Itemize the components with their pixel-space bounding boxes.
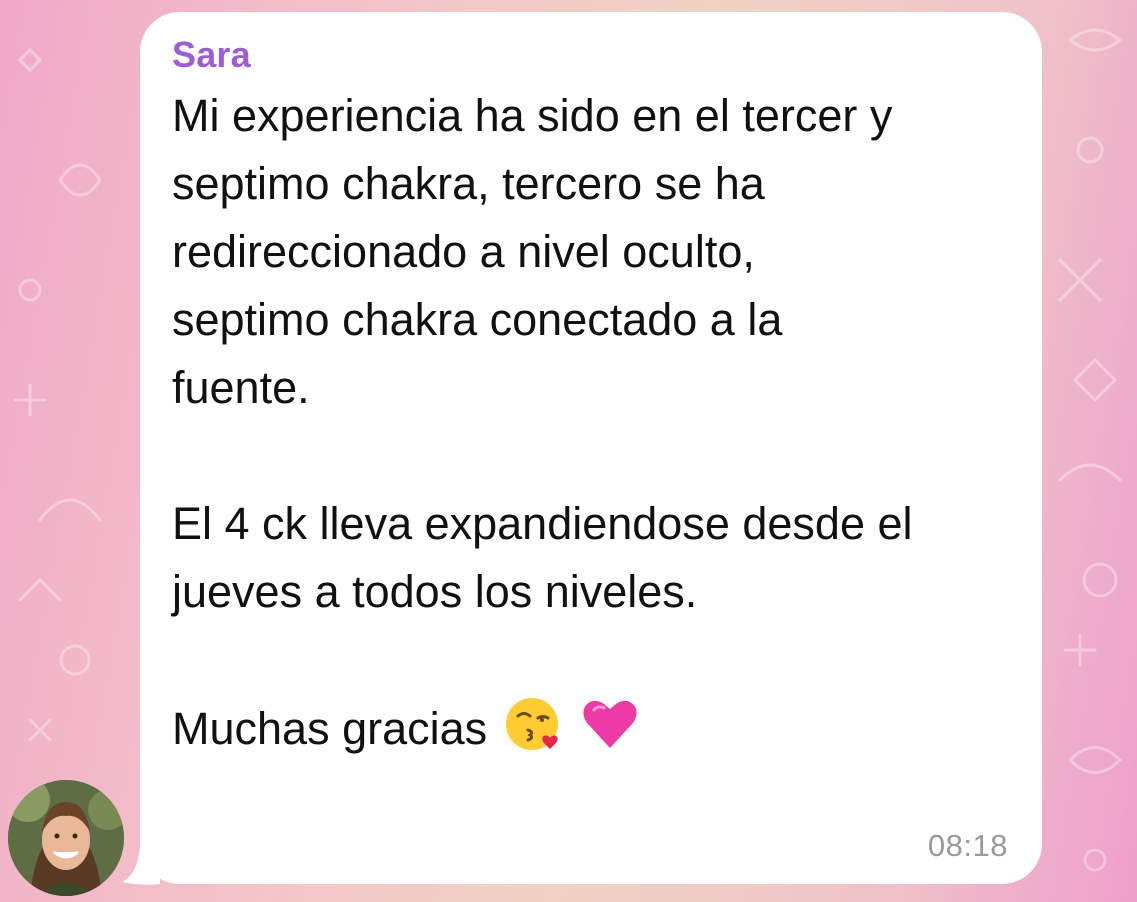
message-timestamp: 08:18 [927,828,1008,863]
sender-avatar[interactable] [8,780,124,896]
pink-heart-emoji [580,694,640,754]
message-line: redireccionado a nivel oculto, [172,226,755,277]
closing-line: Muchas gracias [172,694,1022,763]
message-bubble[interactable]: Sara Mi experiencia ha sido en el tercer… [140,12,1042,884]
message-line: fuente. [172,362,310,413]
kissing-face-with-heart-emoji [504,694,564,754]
message-line: jueves a todos los niveles. [172,566,698,617]
message-line: septimo chakra, tercero se ha [172,158,765,209]
message-text: Mi experiencia ha sido en el tercer y se… [172,82,1022,763]
message-line: septimo chakra conectado a la [172,294,783,345]
message-line: El 4 ck lleva expandiendose desde el [172,498,913,549]
message-line: Mi experiencia ha sido en el tercer y [172,90,893,141]
sender-name[interactable]: Sara [172,34,251,76]
closing-text: Muchas gracias [172,703,488,754]
